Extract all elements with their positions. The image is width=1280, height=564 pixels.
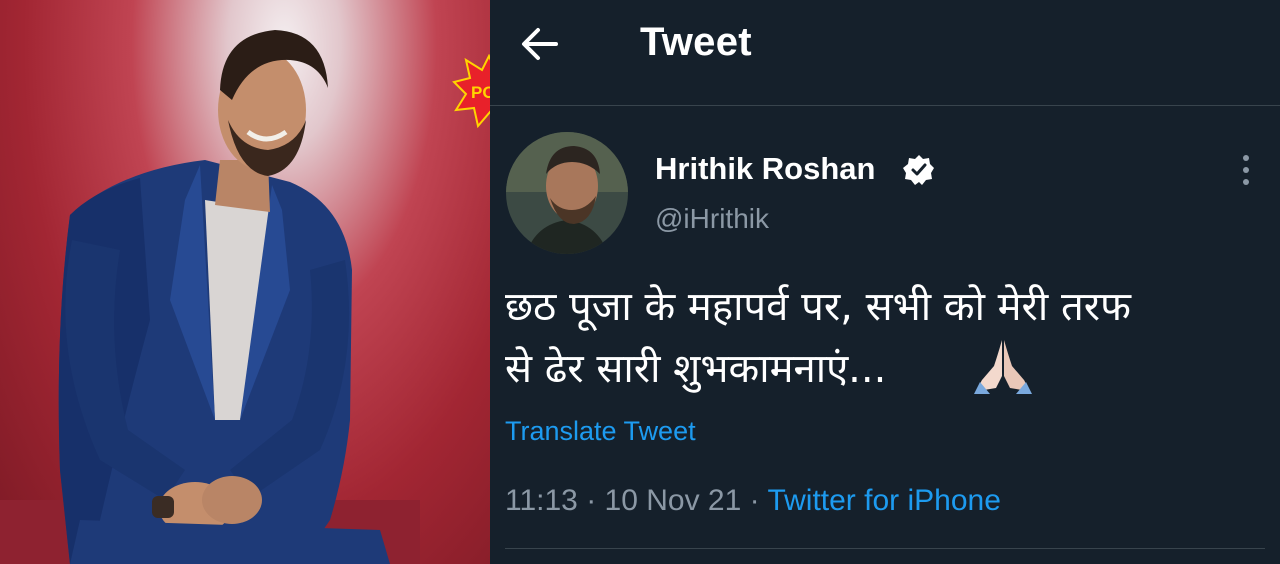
folded-hands-icon [972, 336, 1034, 396]
back-arrow-icon[interactable] [520, 26, 560, 62]
tweet-source-link[interactable]: Twitter for iPhone [767, 484, 1000, 517]
tweet-panel: Tweet Hrithik Roshan @iHrithik छठ पूजा क… [490, 0, 1280, 564]
tweet-text-line-1: छठ पूजा के महापर्व पर, सभी को मेरी तरफ [505, 284, 1131, 330]
photo-illustration [0, 30, 420, 564]
top-bar: Tweet [490, 0, 1280, 106]
tweet-time: 11:13 [505, 484, 578, 517]
tweet-date: 10 Nov 21 [604, 484, 742, 517]
meta-separator: · [749, 484, 760, 517]
profile-photo [0, 0, 490, 564]
tweet-text: छठ पूजा के महापर्व पर, सभी को मेरी तरफ स… [505, 276, 1265, 400]
tweet-text-line-2: से ढेर सारी शुभकामनाएं... [505, 346, 887, 392]
author-avatar[interactable] [506, 132, 628, 254]
translate-tweet-link[interactable]: Translate Tweet [505, 416, 696, 447]
more-options-icon[interactable] [1235, 152, 1257, 188]
page-title: Tweet [640, 20, 752, 64]
verified-badge-icon [903, 154, 935, 186]
author-handle[interactable]: @iHrithik [655, 203, 769, 235]
divider [505, 548, 1265, 549]
tweet-meta: 11:13 · 10 Nov 21 · Twitter for iPhone [505, 484, 1001, 518]
author-display-name[interactable]: Hrithik Roshan [655, 151, 875, 187]
meta-separator: · [586, 484, 597, 517]
